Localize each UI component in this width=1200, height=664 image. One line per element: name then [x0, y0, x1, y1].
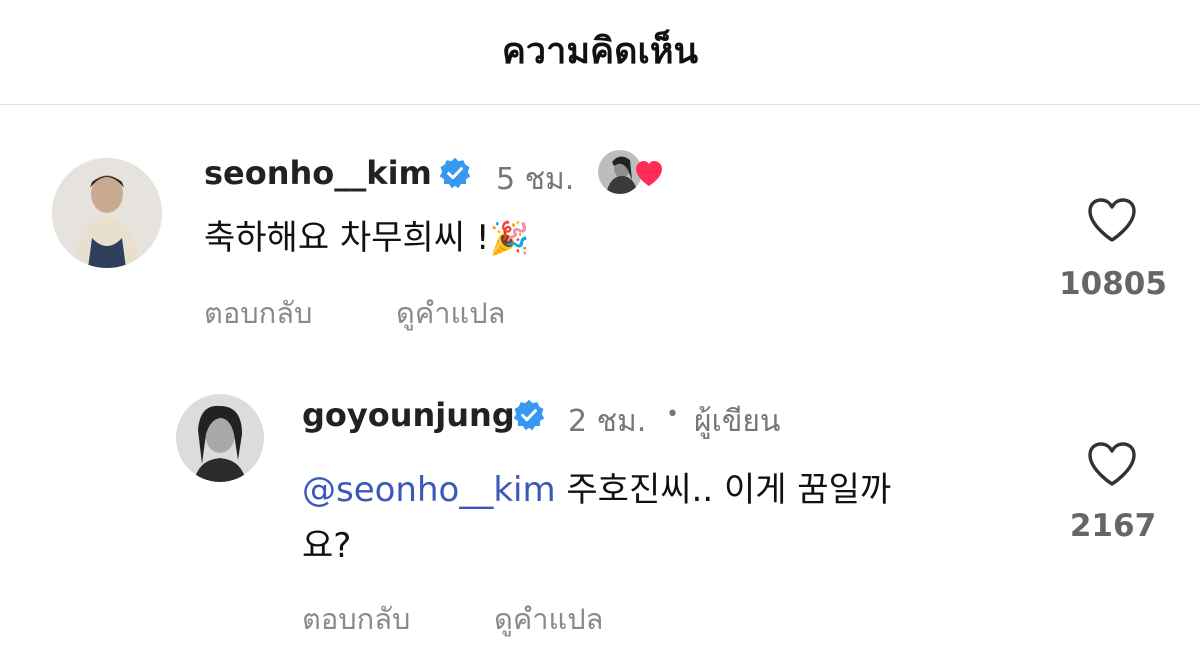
comment-time: 2 ชม. — [568, 404, 647, 439]
verified-badge-icon — [439, 157, 471, 189]
translate-button[interactable]: ดูคำแปล — [396, 290, 505, 336]
comment-text-line-1: @seonho__kim 주호진씨.. 이게 꿈일까 — [302, 462, 1022, 518]
heart-icon[interactable] — [1086, 440, 1138, 488]
comments-header: ความคิดเห็น — [0, 0, 1200, 105]
comment-time: 5 ชม. — [496, 162, 575, 197]
heart-icon — [636, 161, 662, 186]
mention-link[interactable]: @seonho__kim — [302, 470, 556, 510]
avatar[interactable] — [176, 394, 264, 482]
comment-text: @seonho__kim 주호진씨.. 이게 꿈일까 요? — [302, 462, 1022, 574]
comment-text-line-2: 요? — [302, 526, 352, 566]
comment-text-content: 주호진씨.. 이게 꿈일까 — [555, 470, 892, 510]
heart-icon[interactable] — [1086, 196, 1138, 244]
reply-comment-item: goyounjung 2 ชม. • ผู้เขียน @seonho__kim… — [0, 344, 1200, 664]
separator-dot: • — [666, 402, 679, 427]
like-count: 2167 — [1069, 508, 1157, 544]
reply-button[interactable]: ตอบกลับ — [204, 290, 312, 336]
comment-item: seonho__kim 5 ชม. 축하해요 차무희씨 !🎉 ตอบกลับ ด… — [0, 104, 1200, 344]
reply-button[interactable]: ตอบกลับ — [302, 596, 410, 642]
like-count: 10805 — [1059, 266, 1167, 302]
comment-text: 축하해요 차무희씨 !🎉 — [204, 210, 529, 266]
page-title: ความคิดเห็น — [501, 31, 699, 72]
comments-screen: ความคิดเห็น seonho__kim 5 ชม. 축하해요 차무희씨 … — [0, 0, 1200, 664]
comment-username[interactable]: goyounjung — [302, 396, 515, 434]
avatar[interactable] — [52, 158, 162, 268]
comment-text-content: 축하해요 차무희씨 ! — [204, 218, 490, 258]
author-label: ผู้เขียน — [694, 404, 781, 439]
avatar-photo — [176, 394, 264, 482]
verified-badge-icon — [513, 399, 545, 431]
comment-username[interactable]: seonho__kim — [204, 154, 432, 192]
party-popper-icon: 🎉 — [489, 219, 530, 257]
translate-button[interactable]: ดูคำแปล — [494, 596, 603, 642]
avatar-photo — [52, 158, 162, 268]
